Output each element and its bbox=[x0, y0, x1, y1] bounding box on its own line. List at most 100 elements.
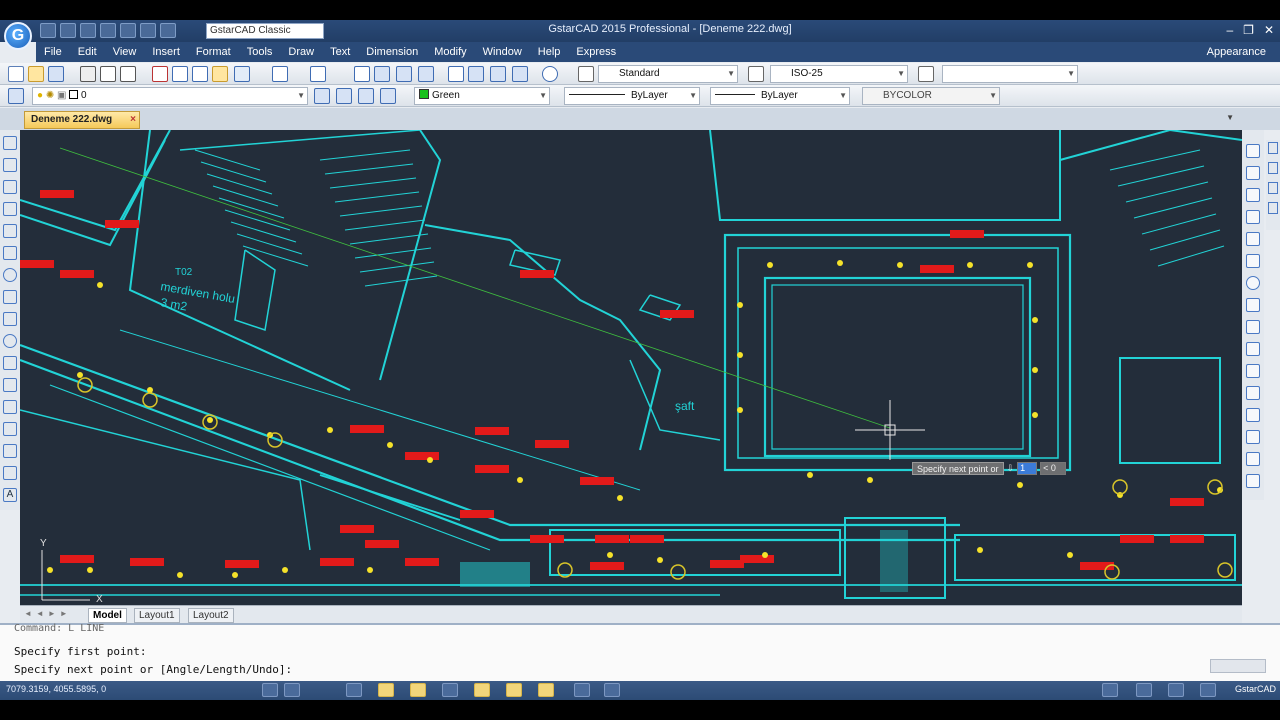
layer-previous-icon[interactable] bbox=[336, 88, 352, 104]
stretch-icon[interactable] bbox=[1246, 320, 1260, 334]
undo-icon[interactable] bbox=[272, 66, 288, 82]
rectangle-icon[interactable] bbox=[3, 224, 17, 238]
menu-format[interactable]: Format bbox=[188, 46, 239, 58]
print-preview-icon[interactable] bbox=[100, 66, 116, 82]
point-icon[interactable] bbox=[3, 422, 17, 436]
zoom-previous-icon[interactable] bbox=[418, 66, 434, 82]
tab-menu-icon[interactable]: ▼ bbox=[1226, 113, 1234, 122]
command-scrollbar[interactable] bbox=[1210, 659, 1266, 673]
ellipse-arc-icon[interactable] bbox=[3, 356, 17, 370]
block-editor-icon[interactable] bbox=[234, 66, 250, 82]
color-select[interactable]: Green ▼ bbox=[414, 87, 550, 105]
appearance-menu[interactable]: Appearance bbox=[1207, 46, 1266, 58]
annotation-scale-button[interactable] bbox=[574, 683, 590, 697]
mirror-icon[interactable] bbox=[1246, 188, 1260, 202]
explode-icon[interactable] bbox=[1246, 474, 1260, 488]
menu-text[interactable]: Text bbox=[322, 46, 358, 58]
dyn-button[interactable] bbox=[474, 683, 490, 697]
chamfer-icon[interactable] bbox=[1246, 430, 1260, 444]
workspace-switch-icon[interactable] bbox=[1102, 683, 1118, 697]
close-button[interactable]: ✕ bbox=[1264, 23, 1274, 37]
layer-states-icon[interactable] bbox=[358, 88, 374, 104]
make-current-layer-icon[interactable] bbox=[314, 88, 330, 104]
offset-icon[interactable] bbox=[1246, 210, 1260, 224]
snap-mode-button[interactable] bbox=[262, 683, 278, 697]
menu-express[interactable]: Express bbox=[568, 46, 624, 58]
polar-button[interactable] bbox=[378, 683, 394, 697]
menu-help[interactable]: Help bbox=[530, 46, 569, 58]
polyline-icon[interactable] bbox=[3, 180, 17, 194]
polygon-icon[interactable] bbox=[3, 202, 17, 216]
zoom-window-icon[interactable] bbox=[396, 66, 412, 82]
mtext-icon[interactable]: A bbox=[3, 488, 17, 502]
osnap-button[interactable] bbox=[410, 683, 426, 697]
redo-icon[interactable] bbox=[310, 66, 326, 82]
pan-icon[interactable] bbox=[354, 66, 370, 82]
text-style-select[interactable]: Standard ▼ bbox=[598, 65, 738, 83]
multileader-style-icon[interactable] bbox=[918, 66, 934, 82]
zoom-realtime-icon[interactable] bbox=[374, 66, 390, 82]
rotate-icon[interactable] bbox=[1246, 276, 1260, 290]
design-center-icon[interactable] bbox=[468, 66, 484, 82]
help-icon[interactable] bbox=[542, 66, 558, 82]
plotstyle-select[interactable]: BYCOLOR ▼ bbox=[862, 87, 1000, 105]
hatch-icon[interactable] bbox=[3, 444, 17, 458]
dim-style-icon[interactable] bbox=[748, 66, 764, 82]
lwt-button[interactable] bbox=[506, 683, 522, 697]
menu-view[interactable]: View bbox=[105, 46, 145, 58]
menu-window[interactable]: Window bbox=[475, 46, 530, 58]
drawing-canvas[interactable]: merdiven holu 3 m2 T02 şaft Y X Specify next … bbox=[20, 130, 1242, 605]
lineweight-select[interactable]: ByLayer ▼ bbox=[710, 87, 850, 105]
paste-icon[interactable] bbox=[192, 66, 208, 82]
menu-edit[interactable]: Edit bbox=[70, 46, 105, 58]
new-icon[interactable] bbox=[8, 66, 24, 82]
scale-icon[interactable] bbox=[1246, 298, 1260, 312]
maximize-button[interactable]: ❐ bbox=[1243, 23, 1254, 37]
menu-file[interactable]: File bbox=[36, 46, 70, 58]
tool-palette-icon[interactable] bbox=[490, 66, 506, 82]
make-block-icon[interactable] bbox=[3, 400, 17, 414]
open-icon[interactable] bbox=[28, 66, 44, 82]
menu-draw[interactable]: Draw bbox=[280, 46, 322, 58]
copy-icon[interactable] bbox=[172, 66, 188, 82]
construction-line-icon[interactable] bbox=[3, 158, 17, 172]
circle-icon[interactable] bbox=[3, 268, 17, 282]
minimize-button[interactable]: – bbox=[1226, 23, 1233, 37]
revision-cloud-icon[interactable] bbox=[3, 290, 17, 304]
properties-icon[interactable] bbox=[448, 66, 464, 82]
text-style-icon[interactable] bbox=[578, 66, 594, 82]
menu-modify[interactable]: Modify bbox=[426, 46, 474, 58]
otrack-button[interactable] bbox=[442, 683, 458, 697]
close-tab-icon[interactable]: × bbox=[130, 112, 136, 128]
hardware-acceleration-icon[interactable] bbox=[1168, 683, 1184, 697]
copy-object-icon[interactable] bbox=[1246, 166, 1260, 180]
app-logo[interactable]: G bbox=[4, 22, 32, 50]
cut-icon[interactable] bbox=[152, 66, 168, 82]
dim-style-select[interactable]: ISO-25 ▼ bbox=[770, 65, 908, 83]
join-icon[interactable] bbox=[1246, 408, 1260, 422]
layer-isolate-icon[interactable] bbox=[380, 88, 396, 104]
menu-dimension[interactable]: Dimension bbox=[358, 46, 426, 58]
array-icon[interactable] bbox=[1246, 232, 1260, 246]
tab-layout1[interactable]: Layout1 bbox=[134, 608, 180, 623]
break-icon[interactable] bbox=[1246, 386, 1260, 400]
menu-tools[interactable]: Tools bbox=[239, 46, 281, 58]
fillet-icon[interactable] bbox=[1246, 452, 1260, 466]
print-icon[interactable] bbox=[80, 66, 96, 82]
menu-insert[interactable]: Insert bbox=[144, 46, 188, 58]
command-line[interactable]: Command: L LINE Specify first point: Spe… bbox=[0, 623, 1280, 681]
qp-button[interactable] bbox=[538, 683, 554, 697]
document-tab[interactable]: Deneme 222.dwg × bbox=[24, 111, 140, 129]
arc-icon[interactable] bbox=[3, 246, 17, 260]
multileader-style-select[interactable]: ▼ bbox=[942, 65, 1078, 83]
linetype-select[interactable]: ByLayer ▼ bbox=[564, 87, 700, 105]
tab-navigation-arrows[interactable]: ◄◄►► bbox=[24, 609, 72, 618]
move-icon[interactable] bbox=[1246, 254, 1260, 268]
tab-model[interactable]: Model bbox=[88, 608, 127, 623]
save-icon[interactable] bbox=[48, 66, 64, 82]
grid-button[interactable] bbox=[284, 683, 300, 697]
annotation-visibility-button[interactable] bbox=[604, 683, 620, 697]
snap-endpoint-icon[interactable] bbox=[1268, 142, 1278, 154]
ellipse-icon[interactable] bbox=[3, 334, 17, 348]
snap-midpoint-icon[interactable] bbox=[1268, 162, 1278, 174]
